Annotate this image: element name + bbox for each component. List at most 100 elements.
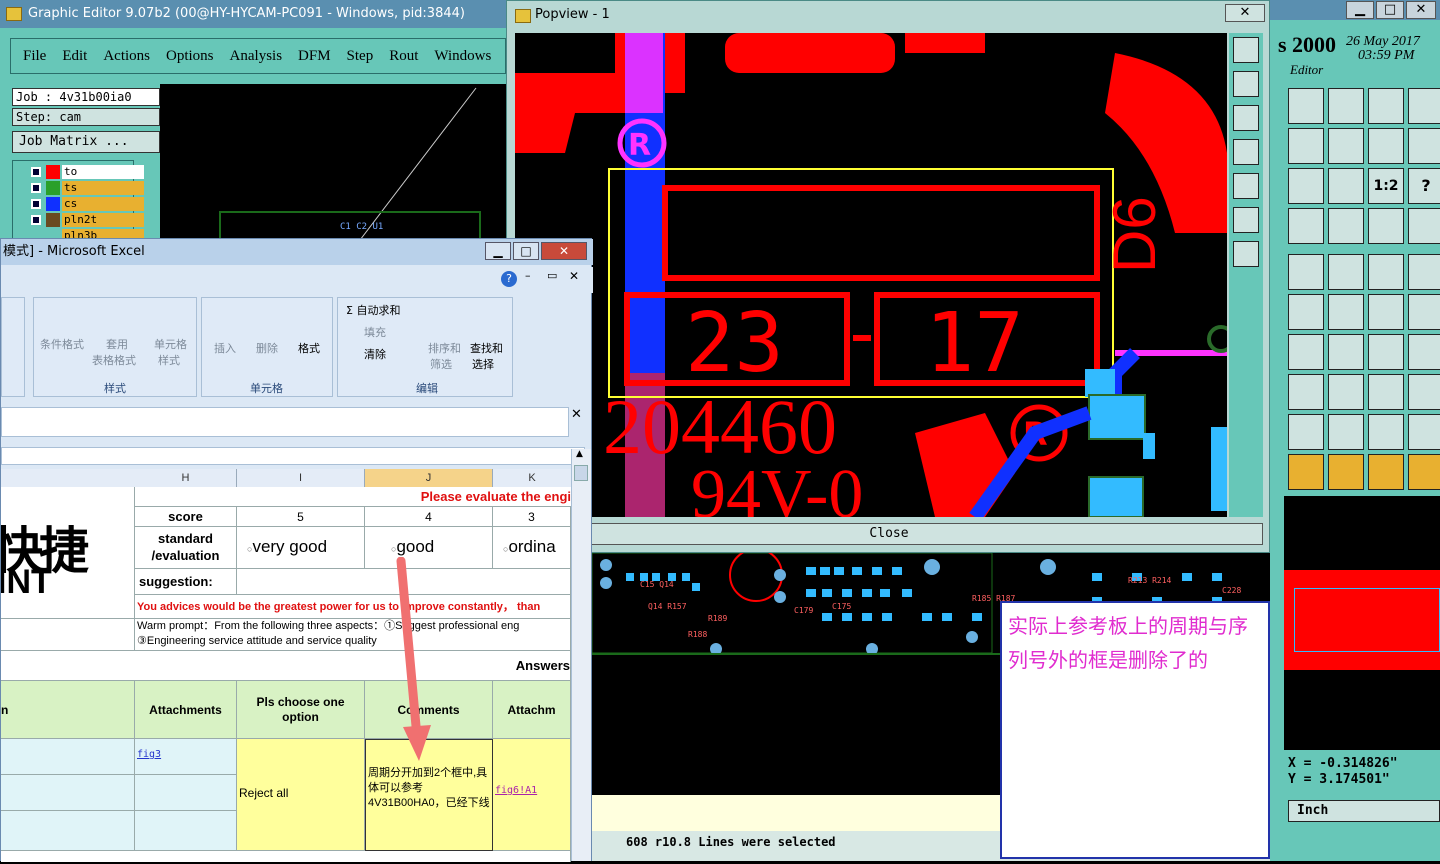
scroll-thumb[interactable] <box>574 465 588 481</box>
popview-close-button[interactable]: Close <box>515 523 1263 545</box>
tool-icon[interactable] <box>1408 374 1440 410</box>
tool-icon[interactable] <box>1368 374 1404 410</box>
restore-icon[interactable]: ▭ <box>547 269 557 282</box>
maximize-icon[interactable]: □ <box>513 242 539 260</box>
tool-icon[interactable] <box>1368 128 1404 164</box>
vertical-scrollbar[interactable]: ▲ <box>571 449 591 861</box>
cursor-icon[interactable] <box>1368 454 1404 490</box>
table-format-label-2[interactable]: 表格格式 <box>92 352 136 368</box>
job-matrix-button[interactable]: Job Matrix ... <box>12 131 160 153</box>
minimize-icon[interactable]: ▁ <box>485 242 511 260</box>
grid-icon[interactable] <box>1328 208 1364 244</box>
menu-analysis[interactable]: Analysis <box>230 48 283 65</box>
tool-icon[interactable] <box>1288 128 1324 164</box>
fig6-cell[interactable]: fig6!A1 <box>493 739 571 851</box>
help-icon[interactable]: ? <box>501 271 517 287</box>
worksheet[interactable]: 快捷 INT Please evaluate the engi score 5 … <box>1 487 571 862</box>
tool-icon[interactable] <box>1408 208 1440 244</box>
data-row[interactable] <box>1 851 571 862</box>
find-label-1[interactable]: 查找和 <box>470 340 503 356</box>
tool-icon[interactable] <box>1408 334 1440 370</box>
tool-icon[interactable] <box>1408 294 1440 330</box>
menu-windows[interactable]: Windows <box>434 48 491 65</box>
data-cell[interactable] <box>135 811 237 851</box>
sort-label-1[interactable]: 排序和 <box>428 340 461 356</box>
find-label-2[interactable]: 选择 <box>472 356 494 372</box>
layer-checkbox[interactable] <box>31 215 41 225</box>
tool-icon[interactable] <box>1408 414 1440 450</box>
close-icon[interactable]: ✕ <box>1406 1 1436 19</box>
column-header-i[interactable]: I <box>237 469 365 487</box>
zoom-down-icon[interactable] <box>1233 105 1259 131</box>
tool-icon[interactable] <box>1408 128 1440 164</box>
reject-all-cell[interactable]: Reject all <box>237 739 365 851</box>
popview-titlebar[interactable]: Popview - 1 ✕ <box>507 1 1269 29</box>
data-cell[interactable] <box>1 811 135 851</box>
tool-icon[interactable] <box>1288 374 1324 410</box>
data-cell[interactable] <box>1 775 135 811</box>
right-titlebar[interactable]: ▁ □ ✕ <box>1270 0 1440 20</box>
fig3-cell[interactable]: fig3 <box>135 739 237 775</box>
zoom-up-icon[interactable] <box>1233 71 1259 97</box>
excel-titlebar[interactable]: 模式] - Microsoft Excel ▁ □ ✕ <box>1 239 593 265</box>
tool-icon[interactable] <box>1368 208 1404 244</box>
ruler-icon[interactable] <box>1368 254 1404 290</box>
unit-selector[interactable]: Inch <box>1288 800 1440 822</box>
option-ordinary[interactable]: ○ordina <box>493 527 571 569</box>
pcb-canvas[interactable]: R 23 17 204460 11 94V-0 D6 R <box>515 33 1227 517</box>
fig3-link[interactable]: fig3 <box>137 749 161 760</box>
tool-icon[interactable] <box>1288 294 1324 330</box>
graphic-editor-titlebar[interactable]: Graphic Editor 9.07b2 (00@HY-HYCAM-PC091… <box>0 0 510 28</box>
menu-options[interactable]: Options <box>166 48 214 65</box>
layer-row[interactable]: to <box>29 165 144 179</box>
tool-icon[interactable] <box>1408 454 1440 490</box>
editor-canvas[interactable]: C1 C2 U1 <box>160 84 506 241</box>
tool-icon[interactable] <box>1328 374 1364 410</box>
column-header-k[interactable]: K <box>493 469 571 487</box>
tool-icon[interactable] <box>1328 334 1364 370</box>
pan-right-icon[interactable] <box>1233 173 1259 199</box>
delete-button[interactable]: 删除 <box>256 340 278 356</box>
fill-button[interactable]: 填充 <box>364 324 386 340</box>
layer-checkbox[interactable] <box>31 199 41 209</box>
scroll-up-icon[interactable]: ▲ <box>576 449 583 459</box>
scale-icon[interactable]: 1:2 <box>1368 168 1404 204</box>
cell-style-label-2[interactable]: 样式 <box>158 352 180 368</box>
tool-icon[interactable] <box>1328 254 1364 290</box>
menu-step[interactable]: Step <box>347 48 374 65</box>
tool-icon[interactable] <box>1328 414 1364 450</box>
sort-label-2[interactable]: 筛选 <box>430 356 452 372</box>
menu-edit[interactable]: Edit <box>62 48 87 65</box>
close-icon[interactable]: ✕ <box>541 242 587 260</box>
formula-bar[interactable] <box>1 407 569 437</box>
tool-icon[interactable] <box>1288 334 1324 370</box>
tool-icon[interactable] <box>1288 414 1324 450</box>
layer-row[interactable]: cs <box>29 197 144 211</box>
rotate-icon[interactable] <box>1368 334 1404 370</box>
tool-icon[interactable] <box>1408 254 1440 290</box>
option-very-good[interactable]: ○very good <box>237 527 365 569</box>
data-cell[interactable] <box>135 775 237 811</box>
tool-icon[interactable] <box>1328 88 1364 124</box>
layer-checkbox[interactable] <box>31 167 41 177</box>
clear-button[interactable]: 清除 <box>364 346 386 362</box>
autosum-button[interactable]: Σ 自动求和 <box>346 302 400 318</box>
move-icon[interactable] <box>1288 168 1324 204</box>
menu-rout[interactable]: Rout <box>389 48 418 65</box>
cursor-icon[interactable] <box>1328 454 1364 490</box>
layer-checkbox[interactable] <box>31 183 41 193</box>
layer-row[interactable]: pln2t <box>29 213 144 227</box>
zoom-fit-icon[interactable] <box>1233 207 1259 233</box>
tool-icon[interactable] <box>1408 88 1440 124</box>
column-header-h[interactable]: H <box>135 469 237 487</box>
tool-icon[interactable] <box>1328 294 1364 330</box>
menu-dfm[interactable]: DFM <box>298 48 331 65</box>
maximize-icon[interactable]: □ <box>1376 1 1404 19</box>
column-header-j[interactable]: J <box>365 469 493 487</box>
insert-button[interactable]: 插入 <box>214 340 236 356</box>
data-cell[interactable] <box>1 739 135 775</box>
mini-canvas[interactable] <box>1284 496 1440 750</box>
tool-icon[interactable] <box>1288 88 1324 124</box>
zoom-home-icon[interactable] <box>1233 37 1259 63</box>
format-button[interactable]: 格式 <box>298 340 320 356</box>
